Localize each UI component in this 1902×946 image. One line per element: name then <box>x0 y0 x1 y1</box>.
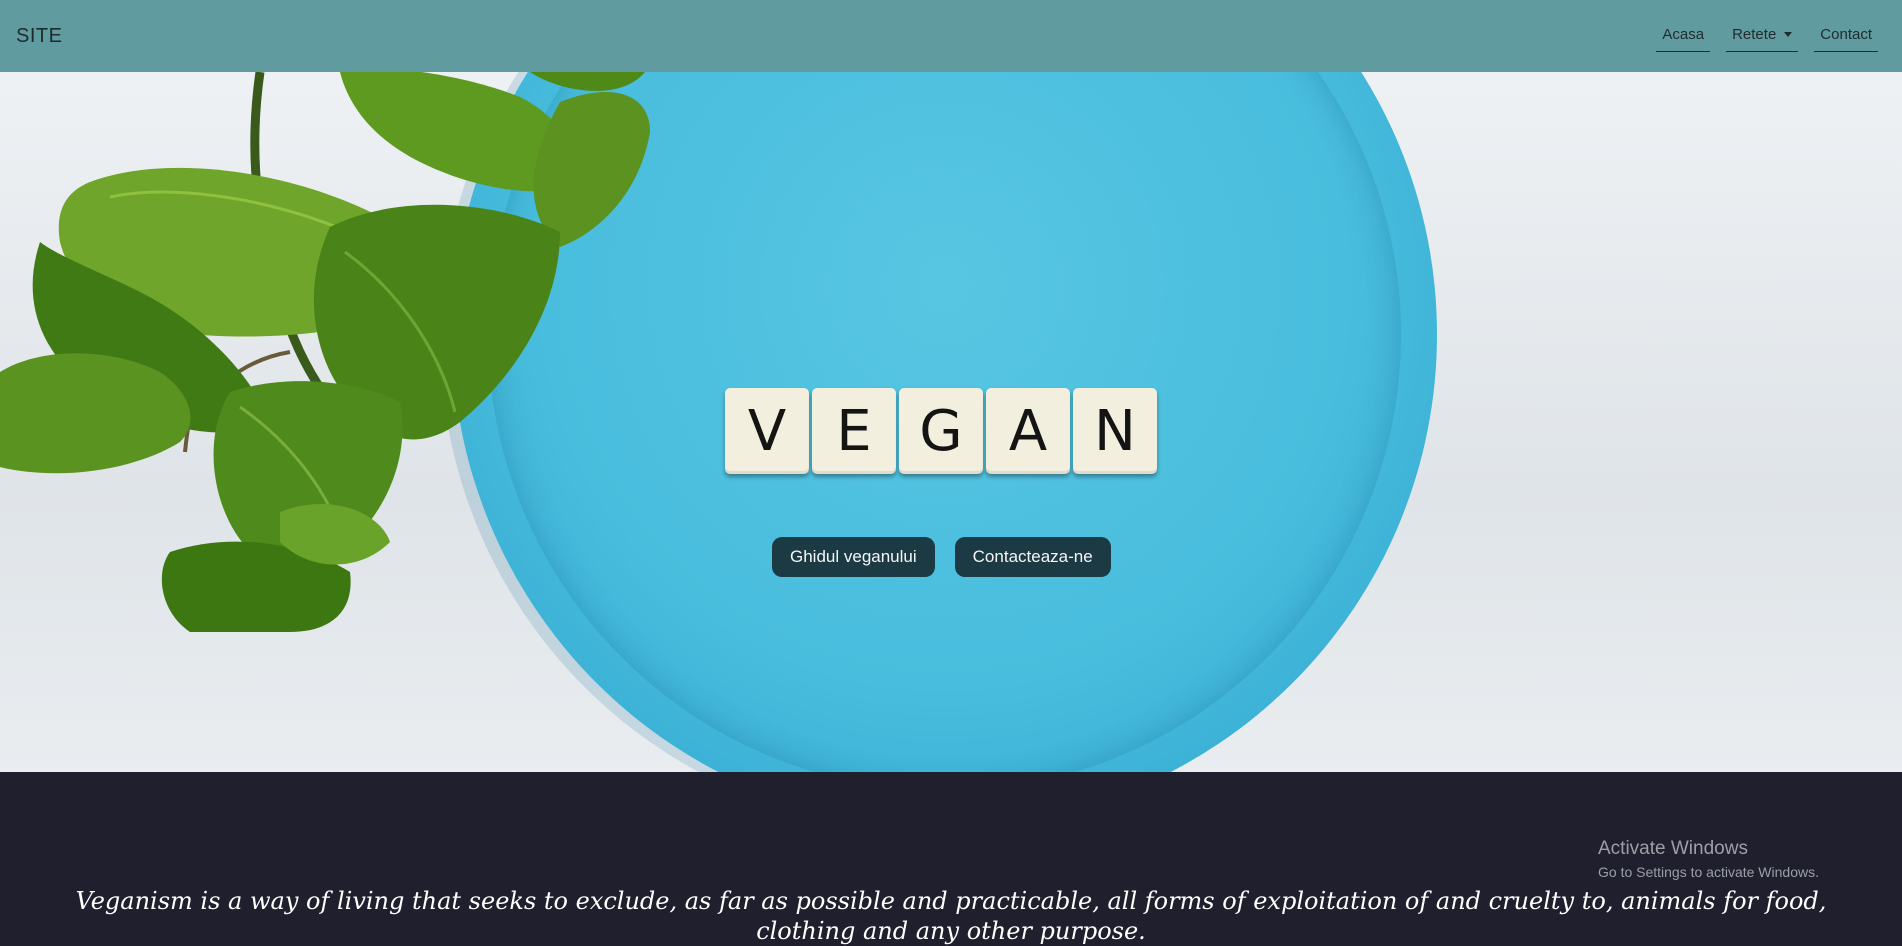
watermark-subtitle: Go to Settings to activate Windows. <box>1598 864 1819 880</box>
brand-logo[interactable]: SITE <box>16 25 62 48</box>
veganism-definition: Veganism is a way of living that seeks t… <box>75 887 1827 945</box>
nav-link-acasa[interactable]: Acasa <box>1656 20 1711 52</box>
nav-link-label: Contact <box>1820 26 1872 43</box>
letter-tile: A <box>986 388 1070 474</box>
letter-tile: N <box>1073 388 1157 474</box>
activate-windows-watermark: Activate Windows Go to Settings to activ… <box>1598 838 1819 880</box>
caret-down-icon <box>1784 32 1793 37</box>
intro-section: Activate Windows Go to Settings to activ… <box>0 772 1902 945</box>
navbar: SITE Acasa Retete Contact <box>0 0 1902 72</box>
nav-link-contact[interactable]: Contact <box>1814 20 1878 52</box>
letter-tile: E <box>812 388 896 474</box>
nav-dropdown-retete[interactable]: Retete <box>1726 20 1799 52</box>
plant-leaves-image <box>0 72 650 632</box>
vegan-guide-button[interactable]: Ghidul veganului <box>772 537 935 577</box>
contact-us-button[interactable]: Contacteaza-ne <box>954 537 1111 577</box>
letter-tile: V <box>725 388 809 474</box>
watermark-title: Activate Windows <box>1598 838 1748 859</box>
hero-section: V E G A N Ghidul veganului Contacteaza-n… <box>0 72 1902 772</box>
nav-link-label: Acasa <box>1662 26 1705 43</box>
hero-buttons: Ghidul veganului Contacteaza-ne <box>772 537 1131 577</box>
nav-link-label: Retete <box>1732 26 1777 43</box>
vegan-letter-tiles: V E G A N <box>725 388 1160 474</box>
letter-tile: G <box>899 388 983 474</box>
nav-links: Acasa Retete Contact <box>1640 0 1878 72</box>
